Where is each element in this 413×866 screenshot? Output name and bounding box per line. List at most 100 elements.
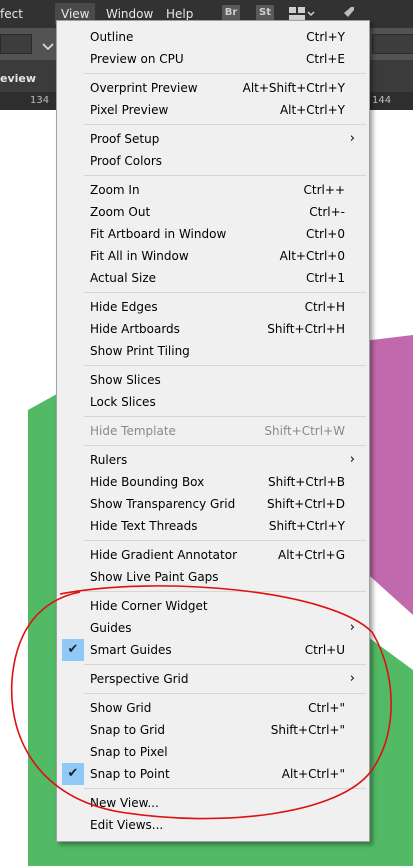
menu-item-label: Overprint Preview [90, 81, 198, 95]
menu-item-label: Snap to Point [90, 767, 170, 781]
menu-item-label: Snap to Grid [90, 723, 166, 737]
control-field-right[interactable] [372, 34, 413, 54]
checkmark-icon: ✔ [62, 639, 84, 661]
menu-item-label: Show Slices [90, 373, 161, 387]
menu-item-show-transparency-grid[interactable]: Show Transparency Grid Shift+Ctrl+D [59, 493, 367, 515]
menu-separator [84, 591, 366, 592]
menu-item-label: Proof Colors [90, 154, 162, 168]
menu-item-rulers[interactable]: Rulers › [59, 449, 367, 471]
menu-separator [84, 693, 366, 694]
menu-item-pixel-preview[interactable]: Pixel Preview Alt+Ctrl+Y [59, 99, 367, 121]
menu-item-label: Zoom Out [90, 205, 151, 219]
menu-item-show-print-tiling[interactable]: Show Print Tiling [59, 340, 367, 362]
menu-item-label: Pixel Preview [90, 103, 169, 117]
menu-item-fit-all-in-window[interactable]: Fit All in Window Alt+Ctrl+0 [59, 245, 367, 267]
menu-item-proof-setup[interactable]: Proof Setup › [59, 128, 367, 150]
menu-effect[interactable]: fect [0, 6, 23, 22]
menu-item-fit-artboard-in-window[interactable]: Fit Artboard in Window Ctrl+0 [59, 223, 367, 245]
menu-item-label: Perspective Grid [90, 672, 189, 686]
menu-item-shortcut: Ctrl+1 [305, 271, 345, 285]
menu-item-shortcut: Ctrl+0 [305, 227, 345, 241]
menu-item-preview-on-cpu[interactable]: Preview on CPU Ctrl+E [59, 48, 367, 70]
chevron-down-icon[interactable] [42, 37, 54, 56]
menu-item-overprint-preview[interactable]: Overprint Preview Alt+Shift+Ctrl+Y [59, 77, 367, 99]
menu-separator [84, 540, 366, 541]
menu-item-hide-bounding-box[interactable]: Hide Bounding Box Shift+Ctrl+B [59, 471, 367, 493]
menu-separator [84, 664, 366, 665]
menu-item-snap-to-grid[interactable]: Snap to Grid Shift+Ctrl+" [59, 719, 367, 741]
menu-separator [84, 365, 366, 366]
menu-item-label: Outline [90, 30, 134, 44]
menu-item-label: Show Transparency Grid [90, 497, 236, 511]
menu-item-zoom-out[interactable]: Zoom Out Ctrl+- [59, 201, 367, 223]
menu-item-label: Hide Bounding Box [90, 475, 205, 489]
document-tab-label[interactable]: eview [0, 72, 36, 85]
bridge-icon[interactable]: Br [222, 5, 240, 21]
menu-separator [84, 175, 366, 176]
menu-item-show-live-paint-gaps[interactable]: Show Live Paint Gaps [59, 566, 367, 588]
menu-item-label: Rulers [90, 453, 128, 467]
menu-item-shortcut: Ctrl+" [308, 701, 345, 715]
menu-item-label: Show Print Tiling [90, 344, 190, 358]
menu-item-label: Preview on CPU [90, 52, 184, 66]
menu-item-label: Guides [90, 621, 132, 635]
menu-item-proof-colors[interactable]: Proof Colors [59, 150, 367, 172]
menu-item-label: Proof Setup [90, 132, 160, 146]
chevron-right-icon: › [349, 131, 355, 146]
menu-separator [84, 445, 366, 446]
menu-separator [84, 73, 366, 74]
menu-item-label: Lock Slices [90, 395, 156, 409]
menu-item-label: Show Grid [90, 701, 152, 715]
menu-item-shortcut: Shift+Ctrl+" [270, 723, 345, 737]
menu-item-hide-template: Hide Template Shift+Ctrl+W [59, 420, 367, 442]
menu-separator [84, 416, 366, 417]
menu-item-shortcut: Ctrl+Y [306, 30, 345, 44]
view-menu-dropdown: Outline Ctrl+Y Preview on CPU Ctrl+E Overpri… [56, 20, 370, 842]
menu-item-label: Snap to Pixel [90, 745, 168, 759]
menu-item-hide-edges[interactable]: Hide Edges Ctrl+H [59, 296, 367, 318]
menu-item-shortcut: Alt+Ctrl+" [281, 767, 345, 781]
chevron-right-icon: › [349, 671, 355, 686]
menu-item-hide-gradient-annotator[interactable]: Hide Gradient Annotator Alt+Ctrl+G [59, 544, 367, 566]
menu-item-shortcut: Shift+Ctrl+Y [268, 519, 345, 533]
menu-item-label: Actual Size [90, 271, 157, 285]
menu-item-snap-to-pixel[interactable]: Snap to Pixel [59, 741, 367, 763]
menu-item-show-slices[interactable]: Show Slices [59, 369, 367, 391]
menu-item-shortcut: Ctrl+U [304, 643, 345, 657]
menu-item-perspective-grid[interactable]: Perspective Grid › [59, 668, 367, 690]
menu-item-label: Hide Gradient Annotator [90, 548, 238, 562]
menu-item-shortcut: Shift+Ctrl+W [264, 424, 345, 438]
control-field[interactable] [0, 34, 32, 54]
menu-separator [84, 292, 366, 293]
menu-item-shortcut: Shift+Ctrl+B [268, 475, 345, 489]
menu-item-snap-to-point[interactable]: ✔ Snap to Point Alt+Ctrl+" [59, 763, 367, 785]
menu-item-shortcut: Ctrl++ [303, 183, 345, 197]
menu-item-zoom-in[interactable]: Zoom In Ctrl++ [59, 179, 367, 201]
menu-item-hide-text-threads[interactable]: Hide Text Threads Shift+Ctrl+Y [59, 515, 367, 537]
menu-item-hide-corner-widget[interactable]: Hide Corner Widget [59, 595, 367, 617]
menu-item-actual-size[interactable]: Actual Size Ctrl+1 [59, 267, 367, 289]
menu-item-label: Hide Corner Widget [90, 599, 208, 613]
menu-item-hide-artboards[interactable]: Hide Artboards Shift+Ctrl+H [59, 318, 367, 340]
menu-item-smart-guides[interactable]: ✔ Smart Guides Ctrl+U [59, 639, 367, 661]
menu-item-shortcut: Shift+Ctrl+D [267, 497, 345, 511]
menu-item-show-grid[interactable]: Show Grid Ctrl+" [59, 697, 367, 719]
checkmark-icon: ✔ [62, 763, 84, 785]
menu-item-outline[interactable]: Outline Ctrl+Y [59, 26, 367, 48]
menu-item-shortcut: Shift+Ctrl+H [267, 322, 345, 336]
menu-item-shortcut: Alt+Ctrl+G [277, 548, 345, 562]
menu-separator [84, 788, 366, 789]
menu-item-label: Smart Guides [90, 643, 172, 657]
menu-item-shortcut: Alt+Ctrl+0 [279, 249, 345, 263]
menu-item-edit-views[interactable]: Edit Views... [59, 814, 367, 836]
chevron-right-icon: › [349, 452, 355, 467]
menu-item-label: Fit Artboard in Window [90, 227, 227, 241]
menu-item-guides[interactable]: Guides › [59, 617, 367, 639]
stock-icon[interactable]: St [256, 5, 274, 21]
menu-separator [84, 124, 366, 125]
menu-item-label: Show Live Paint Gaps [90, 570, 219, 584]
ruler-label-left: 134 [30, 95, 50, 106]
menu-item-lock-slices[interactable]: Lock Slices [59, 391, 367, 413]
menu-item-new-view[interactable]: New View... [59, 792, 367, 814]
menu-item-label: Hide Template [90, 424, 176, 438]
